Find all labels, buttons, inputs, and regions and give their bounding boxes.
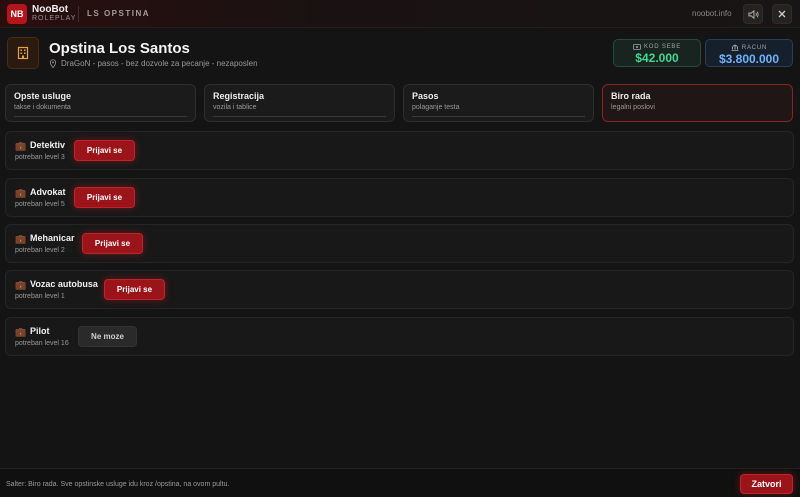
- player-status-text: DraGoN - pasos - bez dozvole za pecanje …: [61, 59, 258, 68]
- building-icon: [17, 46, 29, 60]
- close-icon: [778, 10, 786, 18]
- tab-sub: vozila i tablice: [213, 104, 257, 111]
- briefcase-icon: 💼: [15, 280, 27, 290]
- tab-sub: takse i dokumenta: [14, 104, 71, 111]
- site-link[interactable]: noobot.info: [692, 9, 732, 18]
- job-requirement: potreban level 2: [15, 247, 65, 254]
- apply-button[interactable]: Prijavi se: [104, 279, 165, 300]
- bank-icon: [731, 44, 739, 51]
- brand-logo: NB: [7, 4, 27, 24]
- tab-pasos[interactable]: Pasos polaganje testa: [403, 84, 594, 122]
- tab-title: Opste usluge: [14, 91, 72, 101]
- tab-biro-rada[interactable]: Biro rada legalni poslovi: [602, 84, 793, 122]
- close-button[interactable]: Zatvori: [740, 474, 793, 494]
- job-row: 💼 Advokat potreban level 5 Prijavi se: [5, 178, 794, 217]
- tab-title: Pasos: [412, 91, 439, 101]
- cash-value: $42.000: [635, 51, 679, 65]
- unavailable-button[interactable]: Ne moze: [78, 326, 137, 347]
- page-title: Opstina Los Santos: [49, 40, 190, 57]
- job-requirement: potreban level 3: [15, 154, 65, 161]
- player-status: DraGoN - pasos - bez dozvole za pecanje …: [49, 59, 258, 68]
- apply-button[interactable]: Prijavi se: [74, 187, 135, 208]
- cash-icon: [633, 44, 641, 50]
- job-row: 💼 Mehanicar potreban level 2 Prijavi se: [5, 224, 794, 263]
- brand-sub: ROLEPLAY: [32, 15, 77, 22]
- section-title: LS OPSTINA: [87, 9, 151, 18]
- speaker-icon: [747, 9, 759, 19]
- brand: NooBot ROLEPLAY: [32, 5, 76, 23]
- map-pin-icon: [49, 59, 57, 68]
- top-bar: NB NooBot ROLEPLAY LS OPSTINA noobot.inf…: [0, 0, 800, 28]
- tab-sub: legalni poslovi: [611, 104, 655, 111]
- divider: [78, 6, 79, 22]
- briefcase-icon: 💼: [15, 327, 27, 337]
- cash-label: KOD SEBE: [643, 44, 682, 50]
- tab-title: Registracija: [213, 91, 265, 101]
- footer-hint: Salter: Biro rada. Sve opstinske usluge …: [6, 481, 230, 488]
- tab-registracija[interactable]: Registracija vozila i tablice: [204, 84, 395, 122]
- job-name: Mehanicar: [30, 233, 75, 243]
- header-badge: [7, 37, 39, 69]
- briefcase-icon: 💼: [15, 234, 27, 244]
- job-requirement: potreban level 1: [15, 293, 65, 300]
- job-row: 💼 Pilot potreban level 16 Ne moze: [5, 317, 794, 356]
- apply-button[interactable]: Prijavi se: [74, 140, 135, 161]
- tab-opste-usluge[interactable]: Opste usluge takse i dokumenta: [5, 84, 196, 122]
- job-requirement: potreban level 5: [15, 201, 65, 208]
- job-row: 💼 Detektiv potreban level 3 Prijavi se: [5, 131, 794, 170]
- apply-button[interactable]: Prijavi se: [82, 233, 143, 254]
- job-name: Advokat: [30, 187, 66, 197]
- sound-button[interactable]: [743, 4, 763, 24]
- tab-title: Biro rada: [611, 91, 651, 101]
- brand-name: NooBot: [32, 4, 69, 15]
- tab-sub: polaganje testa: [412, 104, 460, 111]
- briefcase-icon: 💼: [15, 141, 27, 151]
- job-name: Vozac autobusa: [30, 279, 98, 289]
- job-name: Detektiv: [30, 140, 66, 150]
- bank-value: $3.800.000: [718, 52, 780, 66]
- bank-label: RACUN: [741, 44, 768, 51]
- job-requirement: potreban level 16: [15, 340, 69, 347]
- window-close-button[interactable]: [772, 4, 792, 24]
- job-name: Pilot: [30, 326, 50, 336]
- job-row: 💼 Vozac autobusa potreban level 1 Prijav…: [5, 270, 794, 309]
- bank-card: RACUN $3.800.000: [705, 39, 793, 67]
- briefcase-icon: 💼: [15, 188, 27, 198]
- footer: Salter: Biro rada. Sve opstinske usluge …: [0, 468, 800, 497]
- cash-card: KOD SEBE $42.000: [613, 39, 701, 67]
